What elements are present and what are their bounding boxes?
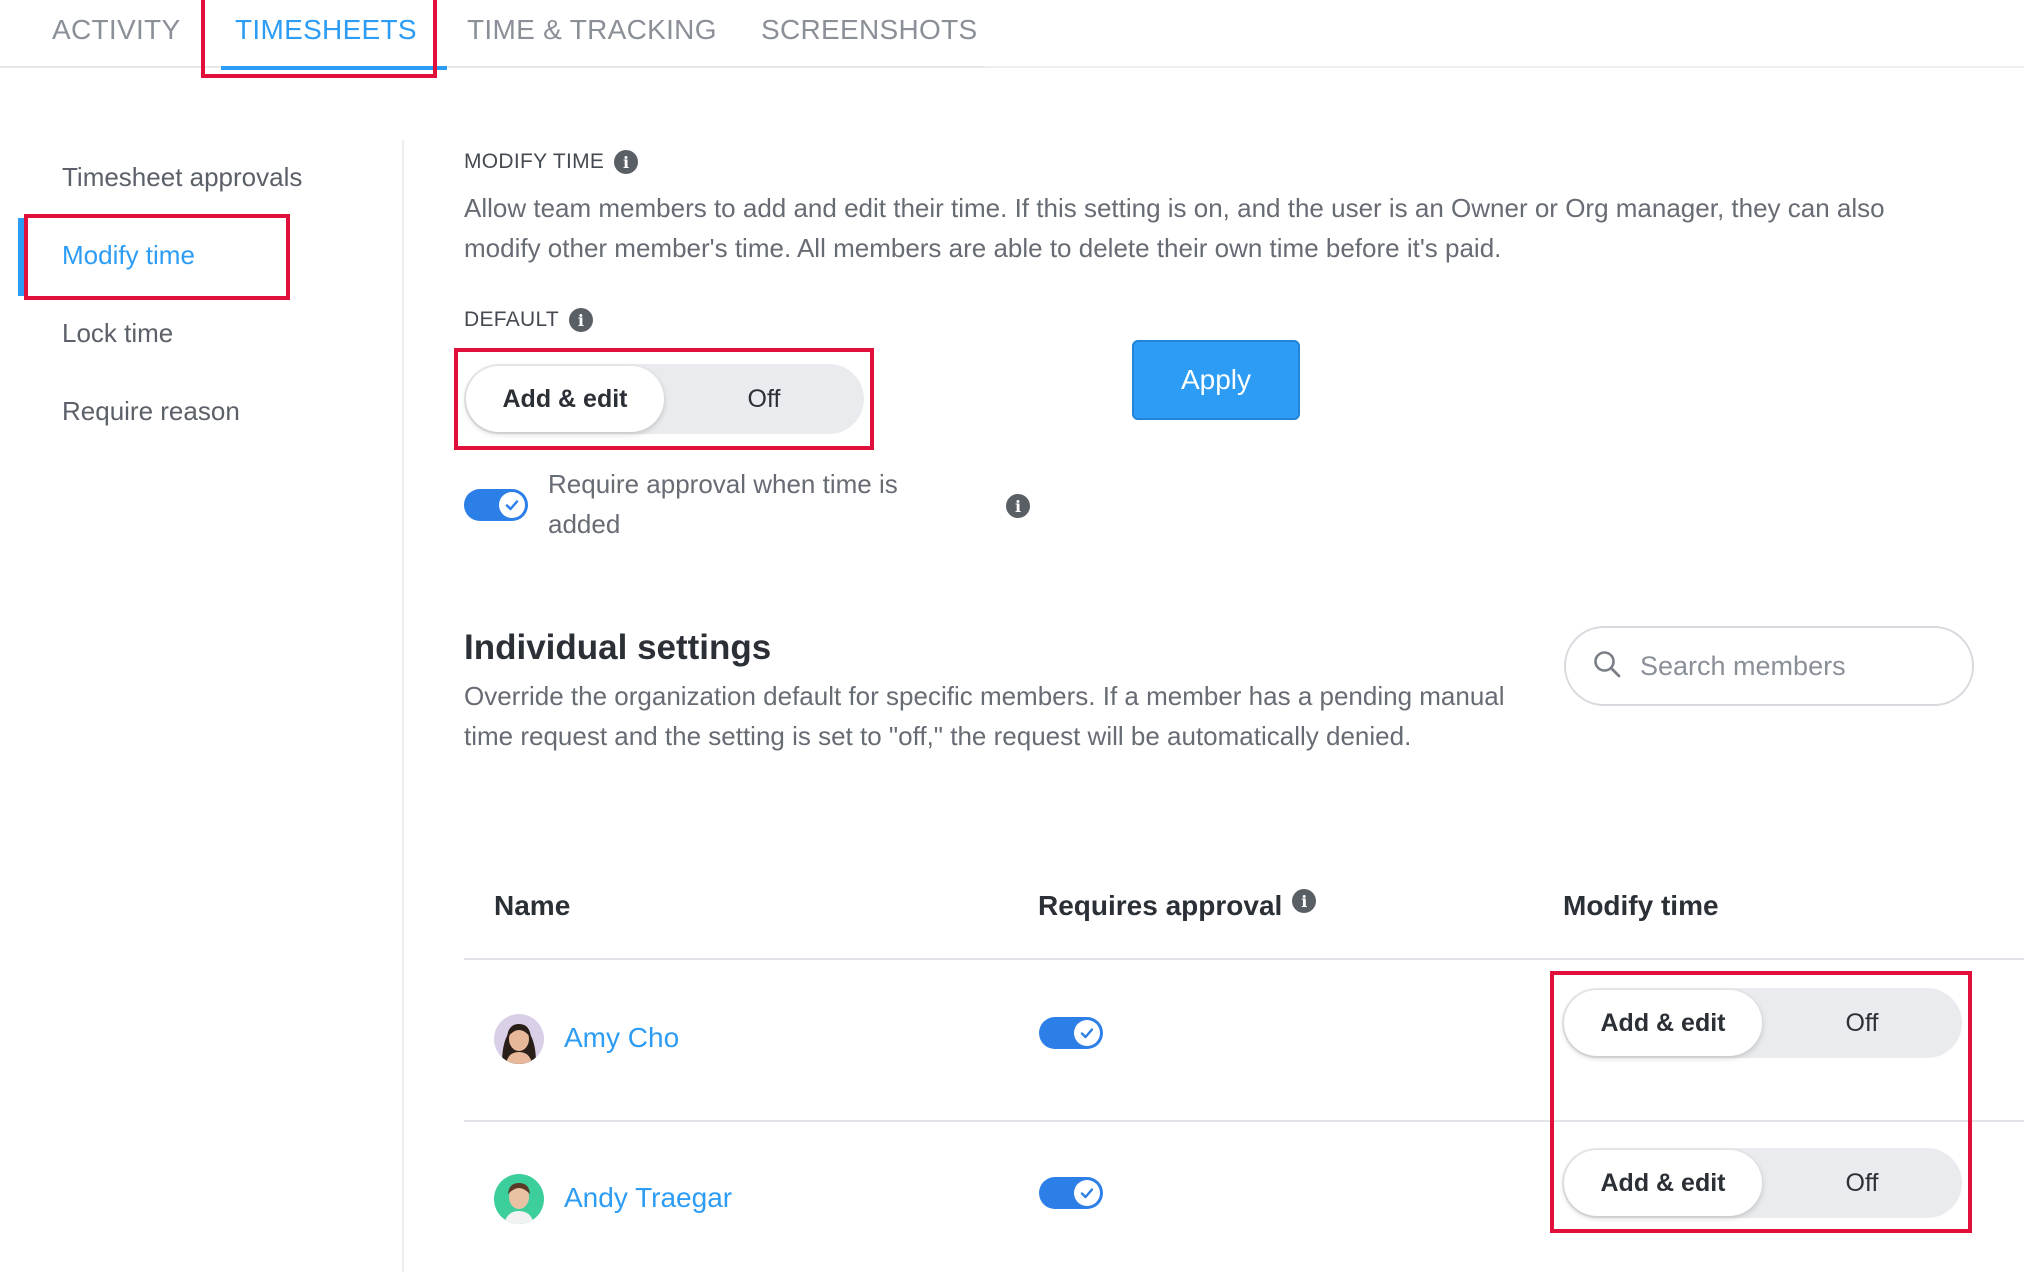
check-icon	[499, 492, 525, 518]
member-name-link[interactable]: Andy Traegar	[564, 1182, 732, 1214]
sidebar-item-require-reason[interactable]: Require reason	[62, 396, 240, 427]
default-option-off[interactable]: Off	[664, 385, 864, 414]
modify-time-heading: MODIFY TIME i	[464, 150, 639, 174]
default-option-add-edit[interactable]: Add & edit	[466, 366, 664, 432]
column-header-name-text: Name	[494, 890, 571, 921]
member-name-link[interactable]: Amy Cho	[564, 1022, 679, 1054]
modify-time-description: Allow team members to add and edit their…	[464, 193, 1885, 263]
sidebar-item-modify-time[interactable]: Modify time	[62, 240, 195, 271]
row-requires-approval-toggle[interactable]	[1039, 1177, 1103, 1209]
column-header-modify-text: Modify time	[1563, 890, 1719, 921]
individual-settings-description: Override the organization default for sp…	[464, 681, 1505, 751]
top-tab-bar: ACTIVITY TIMESHEETS TIME & TRACKING SCRE…	[0, 0, 985, 70]
search-input[interactable]	[1640, 650, 1940, 682]
row-requires-approval-toggle[interactable]	[1039, 1017, 1103, 1049]
apply-button[interactable]: Apply	[1132, 340, 1300, 420]
row-option-add-edit[interactable]: Add & edit	[1564, 1150, 1762, 1216]
table-header-divider	[464, 958, 2024, 960]
modify-time-heading-text: MODIFY TIME	[464, 150, 605, 173]
sidebar-active-indicator	[18, 218, 24, 296]
default-label-text: DEFAULT	[464, 308, 560, 331]
info-icon[interactable]: i	[569, 308, 594, 332]
tab-timesheets[interactable]: TIMESHEETS	[221, 0, 447, 70]
require-approval-toggle[interactable]	[464, 489, 528, 521]
individual-settings-title: Individual settings	[464, 628, 772, 667]
row-option-off[interactable]: Off	[1762, 1009, 1962, 1038]
info-icon[interactable]: i	[1006, 494, 1030, 518]
row-modify-time-selector: Add & edit Off	[1562, 988, 1962, 1058]
row-option-add-edit[interactable]: Add & edit	[1564, 990, 1762, 1056]
sidebar-item-lock-time[interactable]: Lock time	[62, 318, 173, 349]
sidebar-item-timesheet-approvals[interactable]: Timesheet approvals	[62, 162, 302, 193]
column-header-requires-approval: Requires approval i	[1038, 889, 1317, 922]
default-modify-time-selector: Add & edit Off	[464, 364, 864, 434]
check-icon	[1074, 1020, 1100, 1046]
row-modify-time-selector: Add & edit Off	[1562, 1148, 1962, 1218]
header-divider	[985, 0, 2024, 68]
column-header-modify-time: Modify time	[1563, 890, 1719, 922]
check-icon	[1074, 1180, 1100, 1206]
search-members-field[interactable]	[1564, 626, 1974, 706]
avatar	[494, 1014, 544, 1064]
tab-activity[interactable]: ACTIVITY	[52, 0, 180, 66]
info-icon[interactable]: i	[1292, 889, 1317, 913]
column-header-name: Name	[494, 890, 570, 922]
row-option-off[interactable]: Off	[1762, 1169, 1962, 1198]
tab-time-tracking[interactable]: TIME & TRACKING	[467, 0, 717, 66]
info-icon[interactable]: i	[614, 150, 639, 174]
table-row-divider	[464, 1120, 2024, 1122]
default-label: DEFAULT i	[464, 308, 594, 332]
tab-screenshots[interactable]: SCREENSHOTS	[761, 0, 977, 66]
require-approval-label: Require approval when time is added	[548, 469, 898, 539]
sidebar-divider	[402, 140, 404, 1272]
avatar	[494, 1174, 544, 1224]
column-header-approval-text: Requires approval	[1038, 890, 1283, 921]
search-icon	[1592, 649, 1622, 684]
